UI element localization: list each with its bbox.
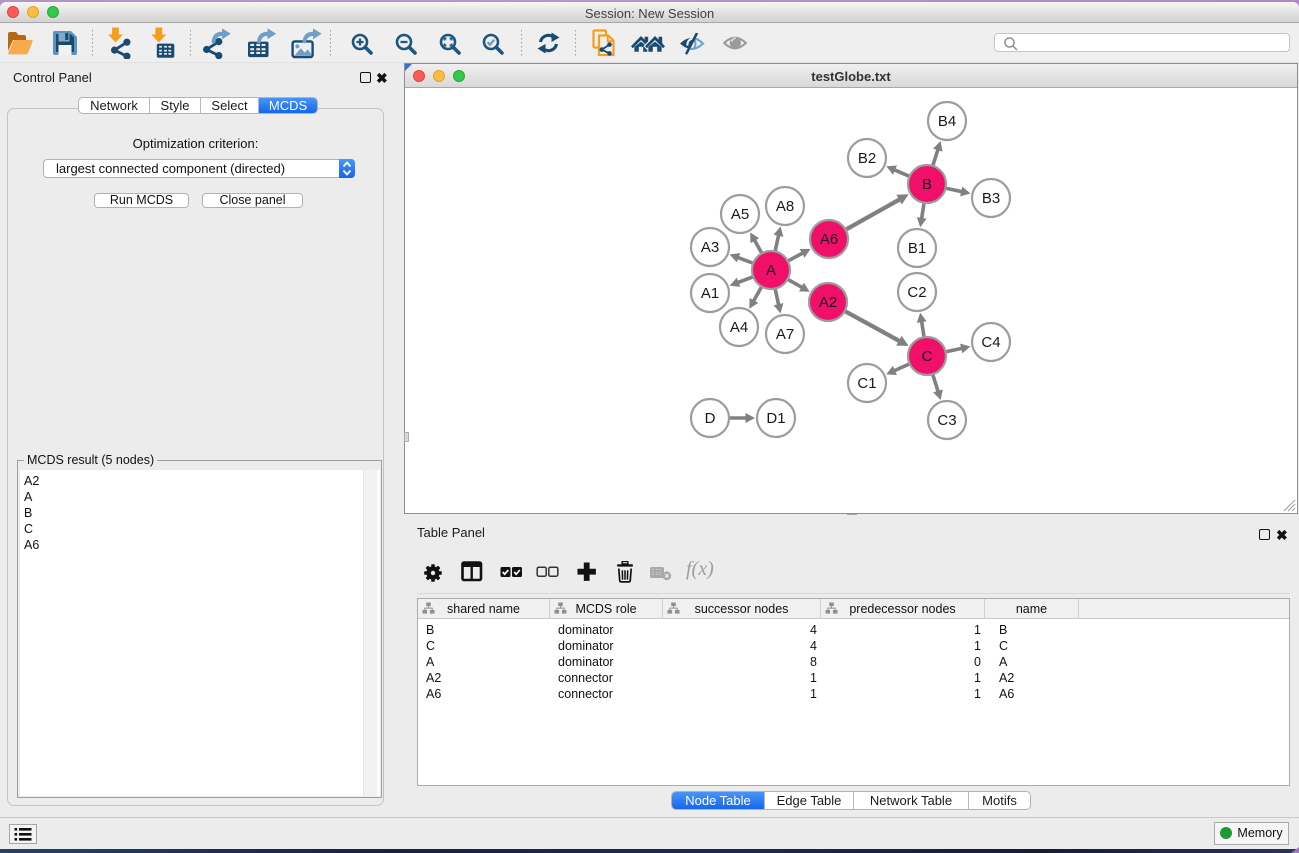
svg-text:A6: A6 — [820, 231, 838, 248]
svg-text:C2: C2 — [907, 284, 926, 301]
svg-text:B1: B1 — [908, 240, 926, 257]
svg-text:D1: D1 — [766, 410, 785, 427]
svg-text:A2: A2 — [819, 294, 837, 311]
svg-text:A7: A7 — [776, 326, 794, 343]
svg-text:D: D — [705, 410, 716, 427]
svg-text:A: A — [766, 262, 776, 279]
svg-text:C: C — [922, 348, 933, 365]
svg-text:A4: A4 — [730, 319, 748, 336]
svg-text:C1: C1 — [857, 375, 876, 392]
svg-text:C3: C3 — [937, 412, 956, 429]
svg-text:B3: B3 — [982, 190, 1000, 207]
svg-text:A3: A3 — [701, 239, 719, 256]
svg-text:A8: A8 — [776, 198, 794, 215]
svg-text:A1: A1 — [701, 285, 719, 302]
svg-text:B4: B4 — [938, 113, 956, 130]
svg-text:B2: B2 — [858, 150, 876, 167]
svg-text:C4: C4 — [981, 334, 1000, 351]
svg-text:A5: A5 — [731, 206, 749, 223]
svg-text:B: B — [922, 176, 932, 193]
